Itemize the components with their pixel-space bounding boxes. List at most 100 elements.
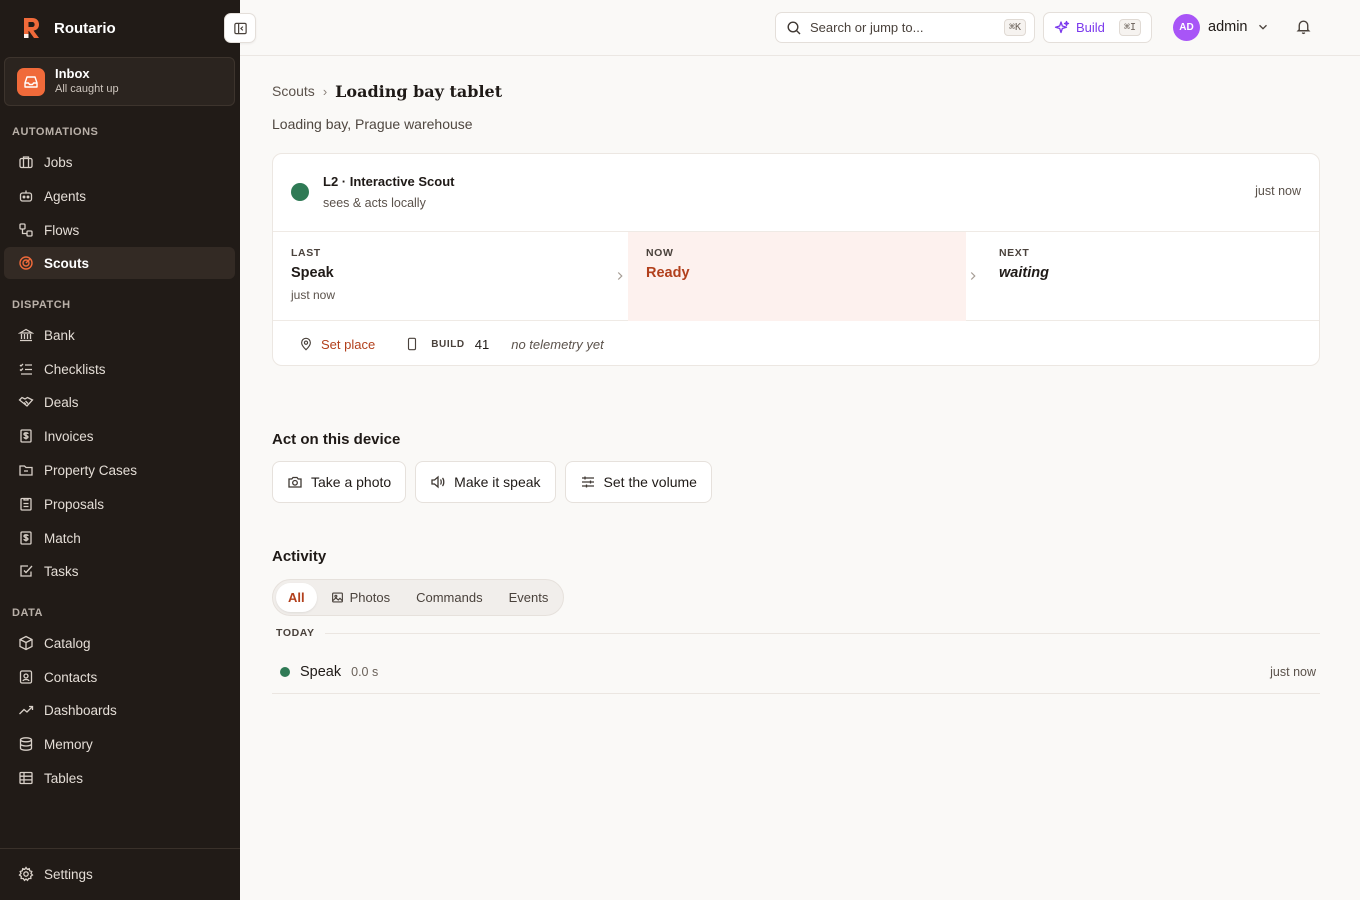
sidebar-item-property-cases[interactable]: Property Cases	[4, 454, 235, 486]
sidebar-item-invoices[interactable]: Invoices	[4, 420, 235, 452]
tab-photos[interactable]: Photos	[319, 583, 402, 612]
search-placeholder: Search or jump to...	[810, 20, 924, 35]
sidebar-item-label: Jobs	[44, 154, 73, 170]
sidebar-item-jobs[interactable]: Jobs	[4, 146, 235, 178]
database-icon	[19, 737, 33, 751]
trend-icon	[19, 705, 34, 715]
divider	[324, 632, 1320, 634]
event-name: Speak	[300, 664, 342, 680]
inbox-button[interactable]: Inbox All caught up	[4, 57, 235, 106]
gear-icon	[18, 866, 34, 882]
build-button[interactable]: Build ⌘I	[1043, 12, 1152, 43]
telemetry-status: no telemetry yet	[511, 336, 604, 352]
event-duration: 0.0 s	[351, 665, 379, 679]
tab-all[interactable]: All	[276, 583, 317, 612]
sidebar-item-label: Tasks	[44, 563, 79, 579]
sidebar-item-label: Invoices	[44, 428, 94, 444]
section-label-automations: AUTOMATIONS	[12, 126, 99, 138]
sidebar-toggle-icon	[233, 22, 247, 34]
device-actions: Take a photo Make it speak Set the volum…	[272, 461, 712, 503]
sidebar-item-label: Settings	[44, 866, 93, 882]
bot-icon	[19, 190, 33, 202]
sidebar-item-label: Scouts	[44, 255, 90, 271]
workflow-icon	[19, 223, 33, 237]
sidebar-item-label: Property Cases	[44, 462, 138, 478]
handshake-icon	[18, 396, 34, 407]
step-next-label: NEXT	[999, 247, 1030, 259]
sidebar-item-contacts[interactable]: Contacts	[4, 661, 235, 693]
sidebar-item-scouts[interactable]: Scouts	[4, 247, 235, 279]
sidebar-item-catalog[interactable]: Catalog	[4, 627, 235, 659]
day-divider: TODAY	[272, 626, 1320, 640]
scout-card-header: L2 · Interactive Scout sees & acts local…	[273, 154, 1319, 232]
sidebar-item-dashboards[interactable]: Dashboards	[4, 694, 235, 726]
sidebar-item-deals[interactable]: Deals	[4, 386, 235, 418]
scout-status-card: L2 · Interactive Scout sees & acts local…	[272, 153, 1320, 366]
make-it-speak-button[interactable]: Make it speak	[415, 461, 556, 503]
table-icon	[19, 771, 33, 785]
sidebar-item-label: Catalog	[44, 635, 91, 651]
user-menu[interactable]: AD admin	[1173, 13, 1270, 41]
topbar: Search or jump to... ⌘K Build ⌘I AD admi…	[240, 0, 1360, 56]
sidebar-item-label: Match	[44, 530, 81, 546]
sidebar-item-tables[interactable]: Tables	[4, 762, 235, 794]
breadcrumb-scouts-link[interactable]: Scouts	[272, 83, 315, 99]
sidebar-item-agents[interactable]: Agents	[4, 180, 235, 212]
tab-commands[interactable]: Commands	[404, 583, 494, 612]
sidebar-item-memory[interactable]: Memory	[4, 728, 235, 760]
sidebar-divider	[0, 848, 240, 849]
sidebar-item-label: Dashboards	[44, 702, 117, 718]
sidebar-item-match[interactable]: Match	[4, 522, 235, 554]
collapse-sidebar-button[interactable]	[224, 13, 256, 43]
sidebar-item-settings[interactable]: Settings	[4, 858, 235, 890]
step-last-value: Speak	[291, 265, 334, 281]
inbox-title: Inbox	[55, 66, 90, 81]
speaker-icon	[431, 475, 445, 489]
sidebar-item-proposals[interactable]: Proposals	[4, 488, 235, 520]
event-time: just now	[1270, 665, 1316, 679]
box-icon	[19, 635, 33, 651]
sidebar-item-label: Contacts	[44, 669, 98, 685]
take-photo-button[interactable]: Take a photo	[272, 461, 407, 503]
sidebar-item-label: Bank	[44, 327, 75, 343]
sidebar-item-checklists[interactable]: Checklists	[4, 353, 235, 385]
build-label: BUILD	[431, 338, 465, 350]
dollar-doc-icon	[20, 531, 32, 545]
chevron-right-icon	[970, 272, 976, 280]
routario-logo-icon	[18, 15, 44, 41]
activity-heading: Activity	[272, 548, 327, 565]
contact-icon	[19, 670, 33, 684]
search-input[interactable]: Search or jump to... ⌘K	[775, 12, 1035, 43]
sidebar-item-flows[interactable]: Flows	[4, 214, 235, 246]
notifications-button[interactable]	[1295, 18, 1312, 40]
build-label: Build	[1076, 20, 1105, 35]
status-indicator	[291, 183, 309, 201]
set-place-link[interactable]: Set place	[321, 337, 375, 352]
activity-row[interactable]: Speak 0.0 s just now	[272, 651, 1320, 694]
set-volume-button[interactable]: Set the volume	[564, 461, 712, 503]
step-now: NOW Ready	[628, 232, 966, 321]
make-it-speak-label: Make it speak	[454, 474, 541, 490]
sidebar-item-label: Memory	[44, 736, 93, 752]
sliders-icon	[581, 476, 594, 488]
breadcrumb-separator: ›	[322, 83, 328, 99]
chevron-down-icon	[1258, 24, 1267, 30]
radar-icon	[19, 256, 33, 270]
tab-events[interactable]: Events	[497, 583, 561, 612]
sidebar-item-label: Checklists	[44, 361, 106, 377]
activity-tabs: All Photos Commands Events	[272, 579, 565, 616]
scout-card-footer: Set place BUILD 41 no telemetry yet	[273, 321, 1319, 365]
sidebar-item-tasks[interactable]: Tasks	[4, 555, 235, 587]
sidebar-item-label: Proposals	[44, 496, 105, 512]
step-now-label: NOW	[646, 247, 674, 259]
image-icon	[331, 592, 343, 603]
sidebar-item-label: Deals	[44, 394, 79, 410]
inbox-icon	[17, 67, 45, 96]
step-next-value: waiting	[999, 265, 1049, 281]
camera-icon	[288, 476, 302, 488]
bank-icon	[18, 328, 34, 342]
avatar: AD	[1173, 13, 1200, 41]
brand[interactable]: Routario	[18, 14, 116, 42]
sidebar-item-bank[interactable]: Bank	[4, 319, 235, 351]
app-name: Routario	[54, 19, 116, 37]
